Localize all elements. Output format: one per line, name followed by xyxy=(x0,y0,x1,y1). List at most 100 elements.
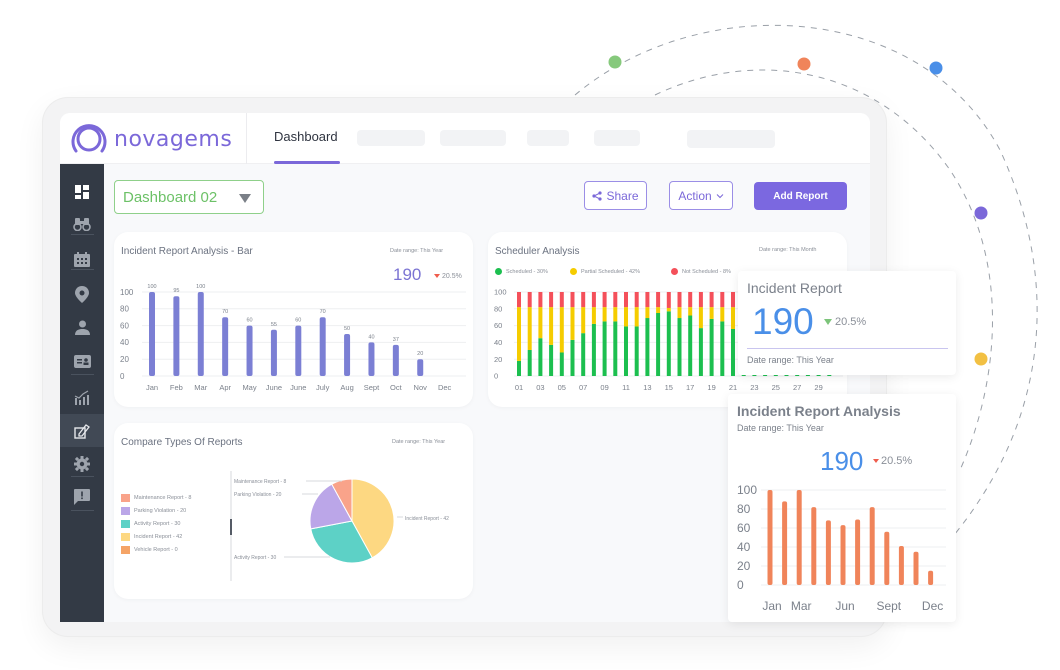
y-tick-label: 0 xyxy=(737,578,744,592)
bar-segment-scheduled xyxy=(720,321,725,376)
bar-segment-not-scheduled xyxy=(666,292,671,308)
edit-report-icon xyxy=(74,423,90,439)
bar-segment-not-scheduled xyxy=(656,292,661,308)
x-tick-label: Mar xyxy=(194,383,207,392)
data-label: 100 xyxy=(196,284,205,290)
dashboard-icon xyxy=(75,185,89,199)
action-dropdown[interactable]: Action xyxy=(669,181,733,210)
bar-segment-partial-scheduled xyxy=(720,307,725,322)
data-label: 100 xyxy=(147,284,156,290)
nav-placeholder[interactable] xyxy=(440,130,506,146)
y-tick-label: 40 xyxy=(494,338,502,347)
calendar-icon xyxy=(74,251,90,267)
sidebar-item-settings[interactable] xyxy=(60,449,104,479)
x-tick-label: 17 xyxy=(686,383,694,392)
x-tick-label: 11 xyxy=(622,383,630,392)
incident-analysis-chart: 0 20 40 60 80 100 Jan Mar Jun Sept Dec xyxy=(737,483,946,613)
topbar-divider xyxy=(246,113,247,164)
callout-label: Incident Report - 42 xyxy=(405,516,449,522)
bar-segment-scheduled xyxy=(591,323,596,376)
nav-placeholder[interactable] xyxy=(594,130,640,146)
callout-label: Parking Violation - 20 xyxy=(234,492,282,498)
kpi-delta-value: 20.5% xyxy=(835,316,867,328)
y-tick-label: 80 xyxy=(120,305,129,314)
nav-placeholder[interactable] xyxy=(687,130,775,148)
bar xyxy=(344,334,351,376)
add-report-button[interactable]: Add Report xyxy=(754,182,847,210)
x-tick-label: Jan xyxy=(146,383,158,392)
bar-segment-not-scheduled xyxy=(570,292,575,308)
bar-segment-not-scheduled xyxy=(527,292,532,308)
share-button[interactable]: Share xyxy=(584,181,647,210)
bar-segment-not-scheduled xyxy=(624,292,628,308)
incident-bar-card: Incident Report Analysis - Bar Date rang… xyxy=(114,232,473,407)
sidebar-item-reports[interactable] xyxy=(60,414,104,447)
bar-segment-scheduled xyxy=(549,344,554,376)
bar-segment-not-scheduled xyxy=(698,292,703,308)
brand-logo[interactable]: novagems xyxy=(70,121,232,157)
nav-placeholder[interactable] xyxy=(357,130,425,146)
bar-segment-scheduled xyxy=(527,349,532,376)
x-tick-label: June xyxy=(290,383,306,392)
x-tick-label: Dec xyxy=(922,599,943,613)
bar-segment-partial-scheduled xyxy=(731,307,735,329)
active-tab-indicator xyxy=(274,161,340,164)
sidebar-item-analytics[interactable] xyxy=(60,382,104,412)
bar xyxy=(898,546,904,585)
orbit-dot-yellow xyxy=(974,352,988,366)
bar-segment-partial-scheduled xyxy=(634,307,639,327)
bar xyxy=(928,570,934,585)
bar-segment-scheduled xyxy=(698,328,703,376)
bar-segment-not-scheduled xyxy=(581,292,586,308)
bar-segment-not-scheduled xyxy=(709,292,714,308)
sidebar xyxy=(60,164,104,622)
x-tick-label: Jun xyxy=(835,599,854,613)
x-tick-label: 19 xyxy=(707,383,715,392)
gear-icon xyxy=(74,456,90,472)
orbit-dot-blue xyxy=(929,61,943,75)
nav-placeholder[interactable] xyxy=(527,130,569,146)
callout-label: Activity Report - 30 xyxy=(234,555,276,561)
bar-segment-scheduled xyxy=(731,328,735,376)
tab-dashboard[interactable]: Dashboard xyxy=(274,129,338,144)
card-date-range: Date range: This Year xyxy=(747,355,834,365)
sidebar-item-locations[interactable] xyxy=(60,279,104,309)
bar xyxy=(825,520,831,585)
dashboard-select[interactable]: Dashboard 02 xyxy=(114,180,264,214)
card-title: Incident Report xyxy=(747,280,842,296)
sidebar-item-feedback[interactable] xyxy=(60,482,104,512)
bar-segment-not-scheduled xyxy=(677,292,682,308)
bar-segment-partial-scheduled xyxy=(688,307,693,316)
analytics-icon xyxy=(74,389,89,405)
callout-label: Maintenance Report - 8 xyxy=(234,479,286,485)
bar xyxy=(913,551,919,585)
sidebar-item-dashboard[interactable] xyxy=(60,177,104,207)
bar-segment-scheduled xyxy=(570,339,575,376)
sidebar-item-contacts[interactable] xyxy=(60,346,104,376)
x-tick-label: 03 xyxy=(536,383,544,392)
bar-segment-not-scheduled xyxy=(538,292,543,308)
compare-reports-card: Compare Types Of Reports Date range: Thi… xyxy=(114,423,473,599)
bar-segment-partial-scheduled xyxy=(613,307,618,322)
bar-segment-not-scheduled xyxy=(645,292,650,308)
data-label: 55 xyxy=(271,322,277,328)
bar xyxy=(197,292,204,376)
bar-segment-partial-scheduled xyxy=(527,307,532,350)
y-tick-label: 40 xyxy=(120,338,129,347)
sidebar-item-users[interactable] xyxy=(60,312,104,342)
sidebar-divider xyxy=(71,269,94,270)
y-tick-label: 80 xyxy=(494,304,502,313)
binoculars-icon xyxy=(73,218,91,231)
bar-segment-partial-scheduled xyxy=(602,307,607,322)
orbit-dot-purple xyxy=(974,206,988,220)
y-tick-label: 20 xyxy=(737,559,751,573)
bar xyxy=(295,325,302,376)
x-tick-label: July xyxy=(316,383,330,392)
sidebar-divider xyxy=(71,510,94,511)
bar-segment-partial-scheduled xyxy=(581,307,586,334)
y-tick-label: 60 xyxy=(737,521,751,535)
dashboard-select-value: Dashboard 02 xyxy=(123,188,218,206)
bar xyxy=(782,501,788,585)
bar-segment-scheduled xyxy=(688,315,693,376)
data-label: 95 xyxy=(173,288,179,294)
